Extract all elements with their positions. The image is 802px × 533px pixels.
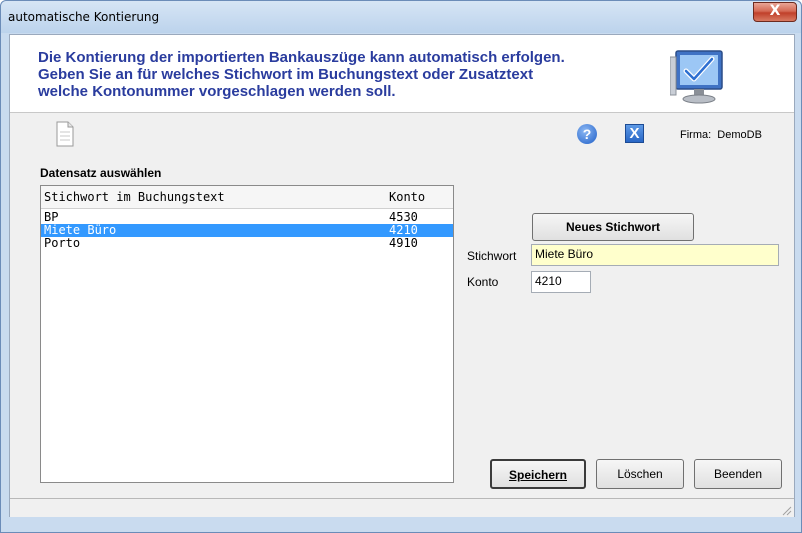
header-line-2: Geben Sie an für welches Stichwort im Bu… bbox=[38, 66, 534, 83]
close-x-icon[interactable]: X bbox=[625, 124, 644, 143]
firma-info: Firma: DemoDB bbox=[680, 129, 762, 141]
konto-label: Konto bbox=[467, 275, 499, 289]
list-item[interactable]: Porto 4910 bbox=[41, 237, 453, 250]
new-keyword-button[interactable]: Neues Stichwort bbox=[532, 213, 694, 241]
header-line-3: welche Kontonummer vorgeschlagen werden … bbox=[38, 83, 396, 100]
list-header: Stichwort im Buchungstext Konto bbox=[41, 186, 453, 209]
dialog-window: automatische Kontierung X Die Kontierung… bbox=[0, 0, 802, 533]
status-bar bbox=[10, 498, 794, 517]
dialog-client-area: Die Kontierung der importierten Bankausz… bbox=[9, 34, 795, 517]
firma-label: Firma: bbox=[680, 129, 712, 141]
help-icon[interactable]: ? bbox=[577, 124, 597, 144]
delete-button[interactable]: Löschen bbox=[596, 459, 684, 489]
record-list[interactable]: Stichwort im Buchungstext Konto BP 4530 … bbox=[40, 185, 454, 483]
header-description: Die Kontierung der importierten Bankausz… bbox=[38, 49, 658, 100]
konto-input[interactable]: 4210 bbox=[531, 271, 591, 293]
column-header-stichwort[interactable]: Stichwort im Buchungstext bbox=[44, 190, 225, 204]
window-title: automatische Kontierung bbox=[8, 10, 160, 24]
firma-value: DemoDB bbox=[717, 129, 762, 141]
column-header-konto[interactable]: Konto bbox=[389, 190, 425, 204]
list-item-stichwort: Porto bbox=[44, 236, 81, 250]
section-label: Datensatz auswählen bbox=[40, 166, 162, 180]
window-close-button[interactable]: X bbox=[753, 2, 797, 22]
title-bar[interactable]: automatische Kontierung X bbox=[1, 1, 801, 33]
close-button[interactable]: Beenden bbox=[694, 459, 782, 489]
save-label: Speichern bbox=[508, 468, 568, 482]
resize-grip-icon[interactable] bbox=[780, 504, 792, 516]
stichwort-label: Stichwort bbox=[467, 249, 517, 263]
stichwort-input[interactable]: Miete Büro bbox=[531, 244, 779, 266]
info-header: Die Kontierung der importierten Bankausz… bbox=[10, 35, 794, 113]
save-button[interactable]: Speichern bbox=[490, 459, 586, 489]
header-line-1: Die Kontierung der importierten Bankausz… bbox=[38, 49, 565, 66]
document-icon[interactable] bbox=[54, 121, 76, 147]
close-label: Beenden bbox=[713, 467, 763, 481]
list-item-konto: 4910 bbox=[389, 236, 418, 250]
monitor-checkmark-icon bbox=[670, 50, 723, 104]
